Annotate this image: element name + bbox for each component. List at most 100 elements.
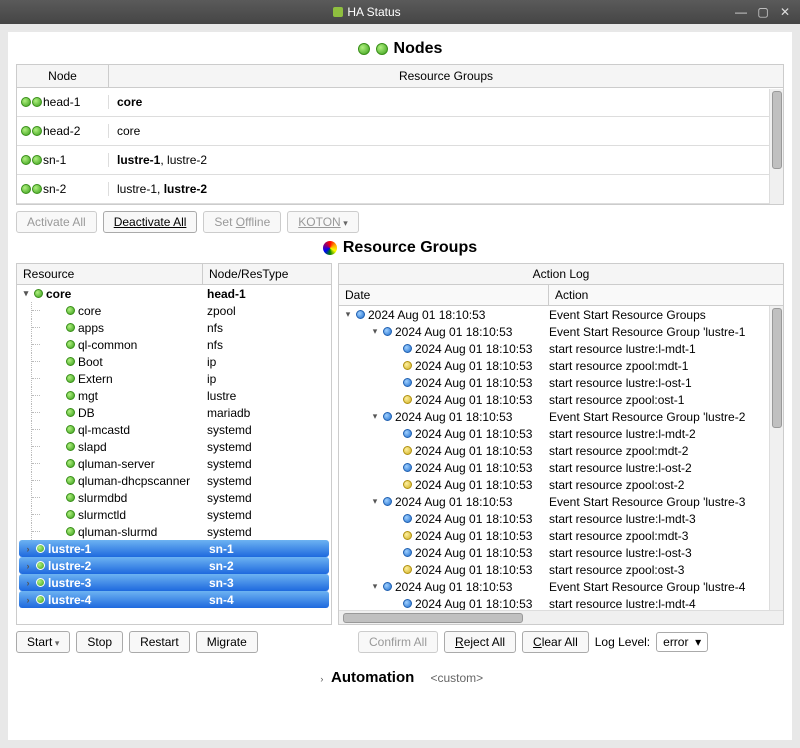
tree-row[interactable]: › lustre-1sn-1 — [19, 540, 329, 557]
log-row[interactable]: 2024 Aug 01 18:10:53start resource zpool… — [339, 391, 783, 408]
log-action: Event Start Resource Groups — [549, 308, 783, 322]
log-col-action[interactable]: Action — [549, 285, 594, 305]
log-row[interactable]: 2024 Aug 01 18:10:53start resource lustr… — [339, 459, 783, 476]
res-node: head-1 — [207, 287, 331, 301]
log-row[interactable]: ▾ 2024 Aug 01 18:10:53Event Start Resour… — [339, 408, 783, 425]
nodes-col-rg[interactable]: Resource Groups — [109, 65, 783, 87]
node-row[interactable]: head-2core — [17, 117, 783, 146]
caret-down-icon[interactable]: ▾ — [21, 288, 31, 299]
set-offline-button[interactable]: Set Offline — [203, 211, 281, 233]
caret-right-icon[interactable]: › — [23, 561, 33, 571]
node-row[interactable]: sn-1lustre-1, lustre-2 — [17, 146, 783, 175]
loglevel-select[interactable]: error ▾ — [656, 632, 708, 652]
caret-icon[interactable]: ▾ — [343, 309, 353, 320]
clear-all-button[interactable]: Clear All — [522, 631, 589, 653]
resource-groups-icon — [323, 241, 337, 255]
tree-row[interactable]: qluman-dhcpscanner systemd — [17, 472, 331, 489]
status-dot-icon — [32, 126, 42, 136]
node-row[interactable]: sn-2lustre-1, lustre-2 — [17, 175, 783, 204]
log-row[interactable]: 2024 Aug 01 18:10:53start resource lustr… — [339, 374, 783, 391]
tree-row[interactable]: ql-commonnfs — [17, 336, 331, 353]
tree-row[interactable]: DBmariadb — [17, 404, 331, 421]
log-row[interactable]: ▾ 2024 Aug 01 18:10:53Event Start Resour… — [339, 578, 783, 595]
res-name: lustre-4 — [48, 593, 91, 607]
log-row[interactable]: 2024 Aug 01 18:10:53start resource lustr… — [339, 425, 783, 442]
log-row[interactable]: 2024 Aug 01 18:10:53start resource zpool… — [339, 561, 783, 578]
caret-icon[interactable]: ▾ — [370, 581, 380, 592]
log-ts: 2024 Aug 01 18:10:53 — [395, 410, 512, 424]
log-action: start resource lustre:l-mdt-3 — [549, 512, 783, 526]
res-col-resource[interactable]: Resource — [17, 264, 203, 284]
status-dot-icon — [21, 97, 31, 107]
deactivate-all-button[interactable]: Deactivate All — [103, 211, 198, 233]
res-name: qluman-dhcpscanner — [78, 474, 190, 488]
minimize-button[interactable]: — — [732, 3, 750, 21]
tree-row[interactable]: Externip — [17, 370, 331, 387]
start-button[interactable]: Start — [16, 631, 70, 653]
tree-row[interactable]: ▾ corehead-1 — [17, 285, 331, 302]
maximize-button[interactable]: ▢ — [754, 3, 772, 21]
caret-icon[interactable]: ▾ — [370, 326, 380, 337]
res-name: lustre-2 — [48, 559, 91, 573]
log-row[interactable]: 2024 Aug 01 18:10:53start resource lustr… — [339, 595, 783, 610]
res-name: lustre-3 — [48, 576, 91, 590]
tree-row[interactable]: corezpool — [17, 302, 331, 319]
log-ts: 2024 Aug 01 18:10:53 — [415, 393, 532, 407]
status-dot-icon — [376, 43, 388, 55]
tree-row[interactable]: › lustre-3sn-3 — [19, 574, 329, 591]
nodes-col-node[interactable]: Node — [17, 65, 109, 87]
log-row[interactable]: 2024 Aug 01 18:10:53start resource zpool… — [339, 357, 783, 374]
automation-section[interactable]: › Automation <custom> — [12, 659, 788, 696]
res-col-nodetype[interactable]: Node/ResType — [203, 264, 331, 284]
caret-right-icon[interactable]: › — [23, 578, 33, 588]
caret-icon[interactable]: ▾ — [370, 496, 380, 507]
log-row[interactable]: 2024 Aug 01 18:10:53start resource zpool… — [339, 476, 783, 493]
log-action: start resource lustre:l-mdt-2 — [549, 427, 783, 441]
stop-button[interactable]: Stop — [76, 631, 123, 653]
caret-right-icon[interactable]: › — [23, 595, 33, 605]
log-row[interactable]: 2024 Aug 01 18:10:53start resource lustr… — [339, 510, 783, 527]
koton-dropdown[interactable]: KOTON — [287, 211, 358, 233]
status-dot-icon — [66, 323, 75, 332]
node-row[interactable]: head-1core — [17, 88, 783, 117]
migrate-button[interactable]: Migrate — [196, 631, 258, 653]
activate-all-button[interactable]: Activate All — [16, 211, 97, 233]
tree-row[interactable]: Bootip — [17, 353, 331, 370]
caret-right-icon[interactable]: › — [23, 544, 33, 554]
res-type: systemd — [207, 474, 331, 488]
log-row[interactable]: 2024 Aug 01 18:10:53 start resource zpool… — [339, 442, 783, 459]
tree-row[interactable]: › lustre-4sn-4 — [19, 591, 329, 608]
status-dot-icon — [34, 289, 43, 298]
log-col-date[interactable]: Date — [339, 285, 549, 305]
tree-row[interactable]: qluman-serversystemd — [17, 455, 331, 472]
tree-row[interactable]: qluman-slurmdsystemd — [17, 523, 331, 540]
log-row[interactable]: ▾ 2024 Aug 01 18:10:53Event Start Resour… — [339, 323, 783, 340]
log-row[interactable]: 2024 Aug 01 18:10:53start resource lustr… — [339, 544, 783, 561]
tree-row[interactable]: › lustre-2sn-2 — [19, 557, 329, 574]
tree-row[interactable]: slurmctldsystemd — [17, 506, 331, 523]
log-vscrollbar[interactable] — [769, 306, 783, 610]
log-hscrollbar[interactable] — [339, 610, 783, 624]
tree-row[interactable]: slapdsystemd — [17, 438, 331, 455]
log-row[interactable]: ▾ 2024 Aug 01 18:10:53Event Start Resour… — [339, 493, 783, 510]
log-ts: 2024 Aug 01 18:10:53 — [415, 444, 532, 458]
resource-tree[interactable]: Resource Node/ResType ▾ corehead-1 corez… — [16, 263, 332, 625]
log-row[interactable]: ▾ 2024 Aug 01 18:10:53Event Start Resour… — [339, 306, 783, 323]
status-dot-icon — [66, 442, 75, 451]
log-row[interactable]: 2024 Aug 01 18:10:53start resource lustr… — [339, 340, 783, 357]
status-dot-icon — [66, 510, 75, 519]
restart-button[interactable]: Restart — [129, 631, 190, 653]
res-type: systemd — [207, 457, 331, 471]
tree-row[interactable]: mgtlustre — [17, 387, 331, 404]
close-button[interactable]: ✕ — [776, 3, 794, 21]
confirm-all-button[interactable]: Confirm All — [358, 631, 438, 653]
nodes-scrollbar[interactable] — [769, 89, 783, 204]
tree-row[interactable]: slurmdbdsystemd — [17, 489, 331, 506]
status-dot-icon — [32, 97, 42, 107]
log-action: start resource zpool:mdt-2 — [549, 444, 783, 458]
tree-row[interactable]: appsnfs — [17, 319, 331, 336]
log-row[interactable]: 2024 Aug 01 18:10:53start resource zpool… — [339, 527, 783, 544]
caret-icon[interactable]: ▾ — [370, 411, 380, 422]
reject-all-button[interactable]: Reject All — [444, 631, 516, 653]
tree-row[interactable]: ql-mcastdsystemd — [17, 421, 331, 438]
